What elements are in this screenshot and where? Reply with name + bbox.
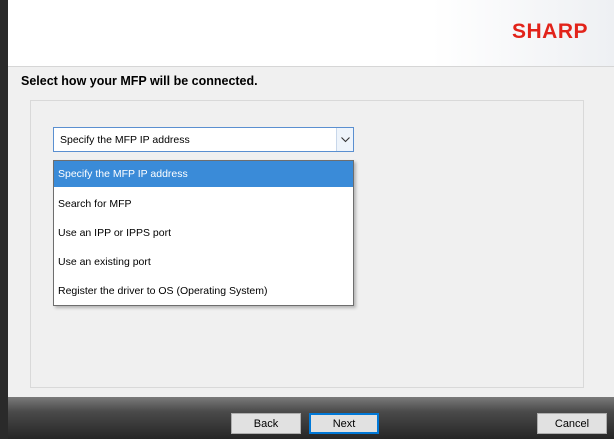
- installer-header: SHARP: [8, 0, 614, 67]
- connection-method-select[interactable]: Specify the MFP IP address: [53, 127, 354, 152]
- cancel-button[interactable]: Cancel: [537, 413, 607, 434]
- option-specify-ip-address[interactable]: Specify the MFP IP address: [54, 161, 353, 187]
- option-ipp-ipps-port[interactable]: Use an IPP or IPPS port: [54, 220, 353, 246]
- option-existing-port[interactable]: Use an existing port: [54, 249, 353, 275]
- next-button[interactable]: Next: [309, 413, 379, 434]
- option-search-for-mfp[interactable]: Search for MFP: [54, 191, 353, 217]
- window-left-edge: [0, 0, 8, 439]
- option-register-driver-to-os[interactable]: Register the driver to OS (Operating Sys…: [54, 278, 353, 304]
- connection-method-dropdown-list: Specify the MFP IP address Search for MF…: [53, 160, 354, 306]
- connection-method-value: Specify the MFP IP address: [60, 134, 190, 146]
- back-button[interactable]: Back: [231, 413, 301, 434]
- page-instruction: Select how your MFP will be connected.: [21, 74, 258, 88]
- chevron-down-icon[interactable]: [336, 128, 353, 151]
- sharp-logo: SHARP: [511, 20, 588, 43]
